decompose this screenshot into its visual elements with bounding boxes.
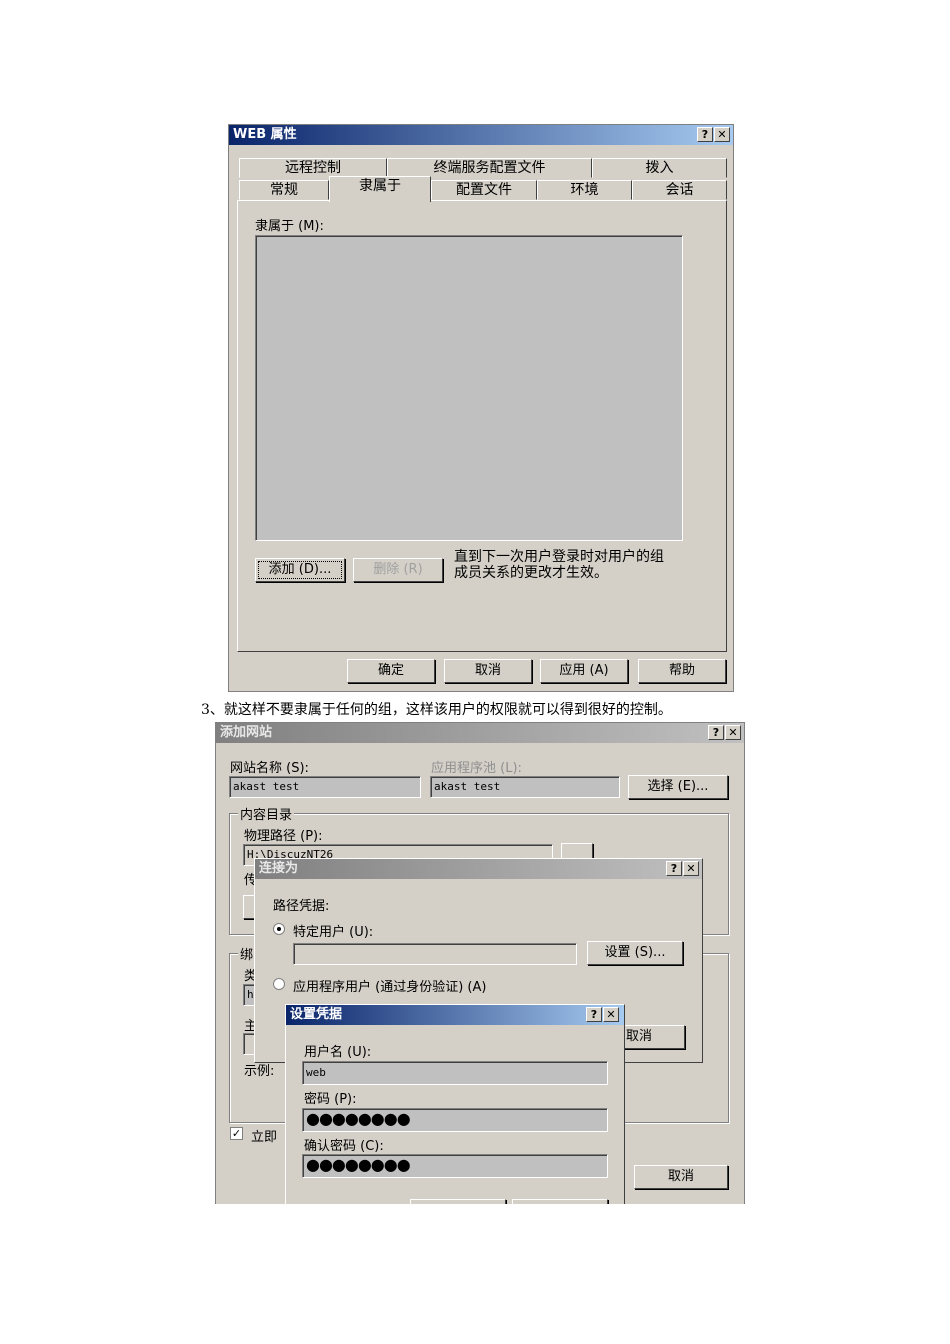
add-website-title-bar: 添加网站 xyxy=(216,723,744,743)
help-icon[interactable]: ? xyxy=(697,127,713,142)
username-field[interactable]: web xyxy=(302,1061,608,1085)
help-icon[interactable]: ? xyxy=(666,861,682,876)
cancel-button[interactable]: 取消 xyxy=(444,659,532,683)
start-immediately-label: 立即 xyxy=(251,1130,278,1145)
password-field[interactable]: ●●●●●●●● xyxy=(302,1108,608,1132)
app-pool-label: 应用程序池 (L): xyxy=(431,761,522,776)
set-button[interactable]: 设置 (S)... xyxy=(587,941,683,965)
properties-title-bar: WEB 属性 xyxy=(229,125,733,145)
tab-environment[interactable]: 环境 xyxy=(537,180,632,200)
cancel-button[interactable]: 取消 xyxy=(634,1165,728,1189)
help-icon[interactable]: ? xyxy=(586,1007,602,1022)
ok-button[interactable] xyxy=(410,1199,506,1204)
member-of-label: 隶属于 (M): xyxy=(255,219,324,234)
specific-user-label: 特定用户 (U): xyxy=(293,925,374,940)
site-name-field[interactable]: akast test xyxy=(229,776,421,798)
start-immediately-checkbox[interactable]: ✓ xyxy=(230,1127,243,1140)
tab-general[interactable]: 常规 xyxy=(239,180,329,200)
username-label: 用户名 (U): xyxy=(304,1045,372,1060)
tab-terminal-services-profile[interactable]: 终端服务配置文件 xyxy=(387,158,592,178)
set-credentials-dialog: 设置凭据 ? ✕ 用户名 (U): web 密码 (P): ●●●●●●●● 确… xyxy=(285,1004,625,1204)
confirm-password-label: 确认密码 (C): xyxy=(304,1139,384,1154)
confirm-password-field[interactable]: ●●●●●●●● xyxy=(302,1154,608,1178)
set-credentials-title: 设置凭据 xyxy=(290,1007,343,1022)
remove-button[interactable]: 删除 (R) xyxy=(353,558,443,582)
tab-sessions[interactable]: 会话 xyxy=(632,180,727,200)
app-user-label: 应用程序用户 (通过身份验证) (A) xyxy=(293,980,487,995)
specific-user-field[interactable] xyxy=(293,943,577,965)
cancel-button[interactable] xyxy=(512,1199,608,1204)
tab-member-of[interactable]: 隶属于 xyxy=(329,176,431,202)
site-name-label: 网站名称 (S): xyxy=(230,761,309,776)
specific-user-radio[interactable] xyxy=(273,923,285,935)
caption-text: 3、就这样不要隶属于任何的组，这样该用户的权限就可以得到很好的控制。 xyxy=(201,702,672,718)
close-icon[interactable]: ✕ xyxy=(725,725,741,740)
close-icon[interactable]: ✕ xyxy=(714,127,730,142)
binding-group-label: 绑 xyxy=(238,944,256,963)
connect-as-title: 连接为 xyxy=(259,861,299,876)
content-dir-label: 内容目录 xyxy=(238,804,295,823)
physical-path-label: 物理路径 (P): xyxy=(244,829,323,844)
apply-button[interactable]: 应用 (A) xyxy=(540,659,628,683)
connect-as-title-bar: 连接为 xyxy=(255,859,702,879)
properties-title: WEB 属性 xyxy=(233,127,297,142)
close-icon[interactable]: ✕ xyxy=(683,861,699,876)
app-pool-field[interactable]: akast test xyxy=(430,776,620,798)
tab-profile[interactable]: 配置文件 xyxy=(431,180,537,200)
ok-button[interactable]: 确定 xyxy=(347,659,435,683)
properties-dialog: WEB 属性 ? ✕ 远程控制 终端服务配置文件 拨入 常规 隶属于 配置文件 … xyxy=(228,124,734,692)
cancel-button-label: 取消 xyxy=(626,1029,653,1044)
path-credentials-label: 路径凭据: xyxy=(273,899,330,914)
tab-remote-control[interactable]: 远程控制 xyxy=(239,158,387,178)
add-website-title: 添加网站 xyxy=(220,725,273,740)
app-user-radio[interactable] xyxy=(273,978,285,990)
member-of-list[interactable] xyxy=(255,235,683,541)
set-credentials-title-bar: 设置凭据 xyxy=(286,1005,624,1025)
password-label: 密码 (P): xyxy=(304,1092,357,1107)
help-button[interactable]: 帮助 xyxy=(638,659,726,683)
select-button[interactable]: 选择 (E)... xyxy=(628,775,728,799)
note-line-2: 成员关系的更改才生效。 xyxy=(454,565,608,581)
close-icon[interactable]: ✕ xyxy=(603,1007,619,1022)
add-button[interactable]: 添加 (D)... xyxy=(255,558,345,582)
tab-dial-in[interactable]: 拨入 xyxy=(592,158,727,178)
help-icon[interactable]: ? xyxy=(708,725,724,740)
